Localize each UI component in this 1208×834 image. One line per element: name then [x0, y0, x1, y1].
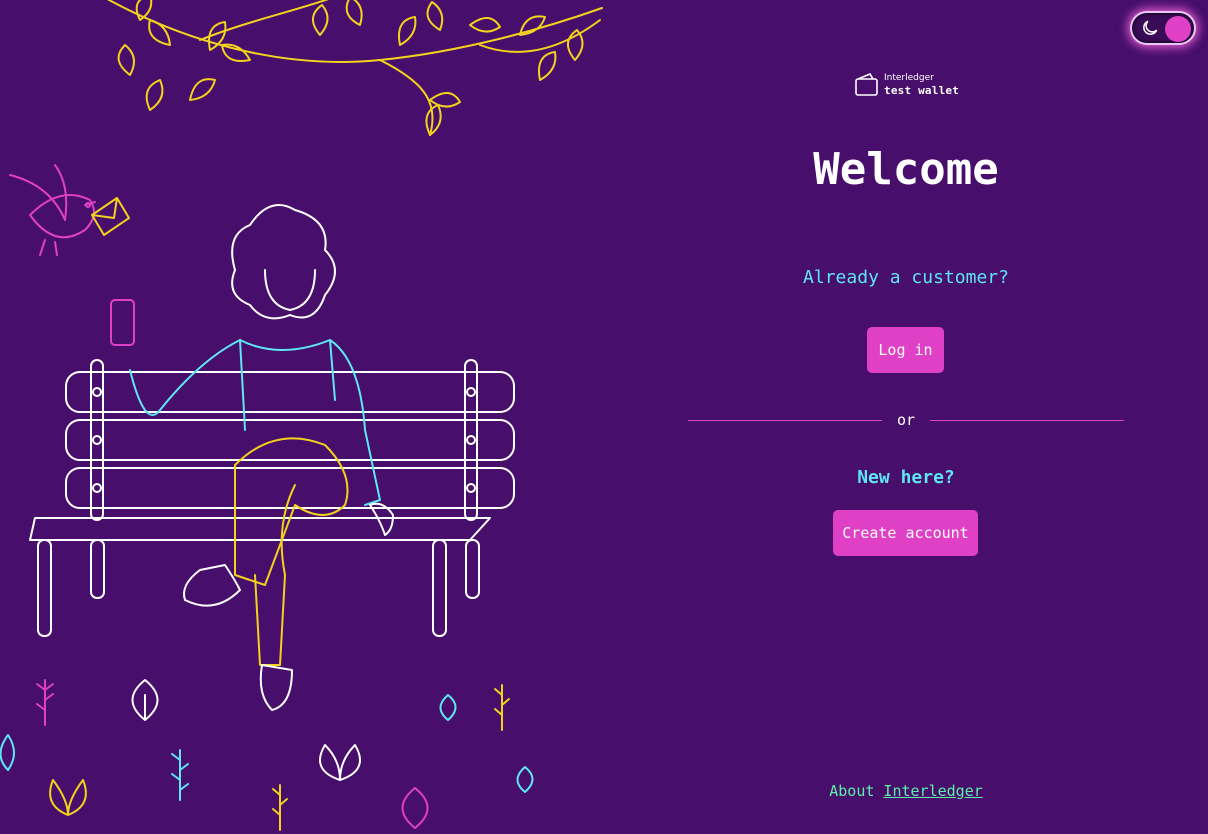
create-account-button[interactable]: Create account: [833, 510, 978, 556]
bench: [29, 359, 515, 637]
wallet-icon: [855, 72, 878, 96]
footer-about-text: About: [829, 782, 875, 800]
divider-line-right: [930, 420, 1124, 421]
page-title: Welcome: [813, 144, 999, 195]
brand-small-text: Interledger: [884, 73, 934, 83]
bird: [9, 164, 96, 256]
auth-panel: Interledger test wallet Welcome Already …: [604, 0, 1208, 834]
welcome-illustration: [0, 0, 604, 834]
new-user-prompt: New here?: [857, 467, 955, 488]
envelope: [91, 197, 130, 236]
brand-logo[interactable]: Interledger test wallet: [854, 72, 964, 100]
existing-customer-prompt: Already a customer?: [803, 267, 1009, 288]
illustration-svg: [0, 0, 603, 831]
login-button[interactable]: Log in: [867, 327, 944, 373]
moon-icon: [1143, 20, 1158, 35]
person: [110, 204, 394, 711]
footer: About Interledger: [604, 782, 1208, 800]
or-divider: or: [688, 410, 1124, 430]
interledger-link[interactable]: Interledger: [883, 782, 982, 800]
toggle-knob: [1165, 16, 1191, 42]
theme-toggle[interactable]: [1130, 11, 1196, 45]
brand-main-text: test wallet: [884, 84, 960, 97]
branch-leaves: [107, 0, 603, 136]
